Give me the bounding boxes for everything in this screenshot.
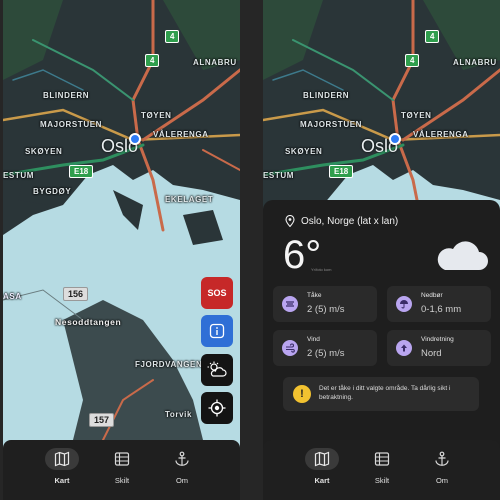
- map-label-fjordvangen: FJORDVANGEN: [135, 360, 203, 369]
- info-button[interactable]: [201, 315, 233, 347]
- route-e18-shield: E18: [69, 165, 94, 178]
- umbrella-icon: [400, 300, 408, 309]
- my-location-button[interactable]: [201, 392, 233, 424]
- route-4-shield: 4: [425, 30, 440, 43]
- info-icon: [209, 323, 225, 339]
- sign-icon: [114, 452, 130, 466]
- map-label-toyen: TØYEN: [401, 111, 432, 120]
- tile-value: 2 (5) m/s: [307, 304, 345, 315]
- nav-label: Skilt: [114, 476, 130, 485]
- map-label-blindern: BLINDERN: [43, 91, 90, 100]
- weather-button[interactable]: [201, 354, 233, 386]
- location-name: Oslo, Norge (lat x lan): [301, 215, 399, 227]
- route-157-shield: 157: [89, 413, 115, 427]
- bottom-nav: Kart Skilt Om: [3, 440, 240, 500]
- map-icon: [54, 451, 70, 467]
- nav-item-skilt[interactable]: Skilt: [357, 448, 407, 492]
- wind-icon: [286, 343, 295, 353]
- fog-warning: ! Det er tåke i ditt valgte område. Ta d…: [283, 377, 479, 411]
- map-label-asa: ASA: [3, 292, 22, 301]
- map-label-valerenga: VÅLERENGA: [413, 130, 469, 139]
- map-label-majorstuen: MAJORSTUEN: [40, 120, 103, 129]
- tile-value: 2 (5) m/s: [307, 348, 345, 359]
- nav-item-om[interactable]: Om: [417, 448, 467, 492]
- weather-tile-wind: Vind 2 (5) m/s: [273, 330, 377, 366]
- tile-value: 0-1,6 mm: [421, 304, 462, 315]
- weather-credit: Yr/foto kom: [311, 267, 332, 272]
- sos-label: SOS: [207, 288, 227, 298]
- map-label-majorstuen: MAJORSTUEN: [300, 120, 363, 129]
- anchor-icon: [175, 451, 189, 466]
- bottom-nav: Kart Skilt Om: [263, 440, 500, 500]
- map-label-blindern: BLINDERN: [303, 91, 350, 100]
- partly-cloudy-icon: [207, 361, 227, 377]
- route-e18-shield: E18: [329, 165, 354, 178]
- nav-label: Om: [435, 476, 449, 485]
- sign-icon: [374, 452, 390, 466]
- crosshair-icon: [208, 399, 226, 417]
- map-label-bygdoy: BYGDØY: [33, 187, 72, 196]
- tile-title: Vind: [307, 336, 320, 343]
- map-label-toyen: TØYEN: [141, 111, 172, 120]
- cloud-icon: [437, 241, 488, 270]
- nav-label: Om: [175, 476, 189, 485]
- nav-item-om[interactable]: Om: [157, 448, 207, 492]
- map-label-estum: ESTUM: [263, 171, 294, 180]
- nav-label: Kart: [314, 476, 330, 485]
- route-4-shield: 4: [405, 54, 420, 67]
- route-4-shield: 4: [165, 30, 180, 43]
- nav-item-kart[interactable]: Kart: [37, 448, 87, 492]
- map-canvas: [3, 0, 240, 500]
- weather-tile-wind-direction: Vindretning Nord: [387, 330, 491, 366]
- nav-item-kart[interactable]: Kart: [297, 448, 347, 492]
- map-label-ekelaget: EKELAGET: [165, 195, 214, 204]
- location-pin[interactable]: [389, 133, 401, 145]
- map-label-estum: ESTUM: [3, 171, 34, 180]
- map-label-nesoddtangen: Nesoddtangen: [55, 317, 122, 327]
- map-view[interactable]: 4 4 ALNABRU BLINDERN TØYEN MAJORSTUEN VÅ…: [3, 0, 240, 500]
- fog-icon: [286, 301, 294, 307]
- map-icon: [314, 451, 330, 467]
- tile-title: Tåke: [307, 292, 322, 299]
- nav-label: Skilt: [374, 476, 390, 485]
- location-marker-icon: [285, 215, 295, 227]
- weather-screen: 4 4 ALNABRU BLINDERN TØYEN MAJORSTUEN VÅ…: [263, 0, 500, 500]
- tile-title: Nedbør: [421, 292, 443, 299]
- location-pin[interactable]: [129, 133, 141, 145]
- map-label-valerenga: VÅLERENGA: [153, 130, 209, 139]
- weather-tile-precip: Nedbør 0-1,6 mm: [387, 286, 491, 322]
- route-4-shield: 4: [145, 54, 160, 67]
- map-label-alnabru: ALNABRU: [193, 58, 237, 67]
- weather-tile-fog: Tåke 2 (5) m/s: [273, 286, 377, 322]
- map-label-skoyen: SKØYEN: [285, 147, 323, 156]
- warning-text: Det er tåke i ditt valgte område. Ta dår…: [319, 385, 451, 401]
- arrow-up-icon: [401, 344, 407, 352]
- nav-item-skilt[interactable]: Skilt: [97, 448, 147, 492]
- anchor-icon: [435, 451, 449, 466]
- sos-button[interactable]: SOS: [201, 277, 233, 309]
- nav-label: Kart: [54, 476, 70, 485]
- tile-title: Vindretning: [421, 336, 454, 343]
- map-label-skoyen: SKØYEN: [25, 147, 63, 156]
- map-label-alnabru: ALNABRU: [453, 58, 497, 67]
- map-screen: 4 4 ALNABRU BLINDERN TØYEN MAJORSTUEN VÅ…: [3, 0, 240, 500]
- map-label-torvik: Torvik: [165, 410, 193, 419]
- warning-icon: !: [293, 385, 311, 403]
- route-156-shield: 156: [63, 287, 89, 301]
- tile-value: Nord: [421, 348, 442, 359]
- location-row: Oslo, Norge (lat x lan): [285, 215, 398, 227]
